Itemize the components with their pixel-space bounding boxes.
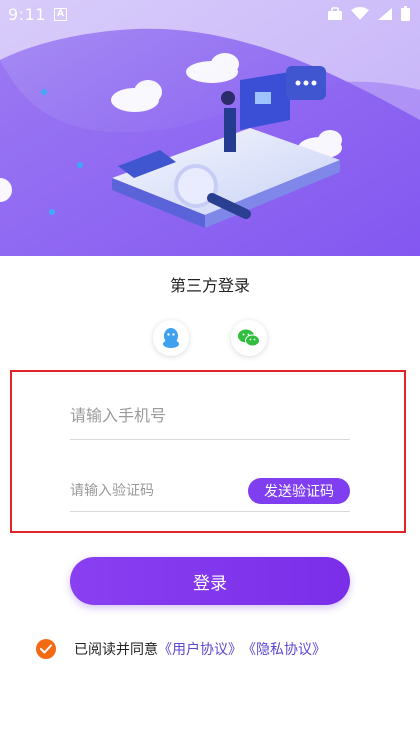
privacy-agreement-link[interactable]: 《隐私协议》 bbox=[242, 639, 326, 659]
third-party-login-title: 第三方登录 bbox=[169, 276, 250, 295]
status-a-indicator-icon: A bbox=[54, 8, 67, 21]
wechat-login-button[interactable] bbox=[231, 320, 267, 356]
signal-icon bbox=[378, 7, 392, 20]
login-screen: 9:11 A 第三方登录 请输入手机号 请输入验证码 发送验证码 登录 已阅读并… bbox=[0, 0, 420, 746]
verification-code-input[interactable] bbox=[70, 476, 240, 506]
send-code-button[interactable]: 发送验证码 bbox=[248, 478, 350, 504]
wechat-icon bbox=[238, 329, 260, 347]
status-icons bbox=[327, 6, 410, 21]
phone-input[interactable] bbox=[70, 400, 350, 430]
agreement-checkbox[interactable] bbox=[36, 639, 56, 659]
wifi-icon bbox=[351, 6, 369, 20]
hero-illustration bbox=[0, 0, 420, 256]
status-time: 9:11 bbox=[8, 5, 46, 24]
agreement-prefix: 已阅读并同意 bbox=[74, 642, 158, 658]
qq-login-button[interactable] bbox=[153, 320, 189, 356]
user-agreement-link[interactable]: 《用户协议》 bbox=[158, 639, 242, 659]
battery-icon bbox=[401, 6, 410, 21]
verification-code-field: 发送验证码 bbox=[70, 476, 350, 512]
briefcase-icon bbox=[328, 6, 342, 20]
agreement-row: 已阅读并同意 《用户协议》 《隐私协议》 bbox=[36, 638, 326, 660]
qq-icon bbox=[163, 328, 179, 348]
phone-field bbox=[70, 400, 350, 440]
checkmark-icon bbox=[40, 644, 52, 654]
status-bar: 9:11 A bbox=[0, 0, 420, 30]
login-button[interactable]: 登录 bbox=[70, 557, 350, 605]
hero-graphic bbox=[0, 0, 420, 256]
